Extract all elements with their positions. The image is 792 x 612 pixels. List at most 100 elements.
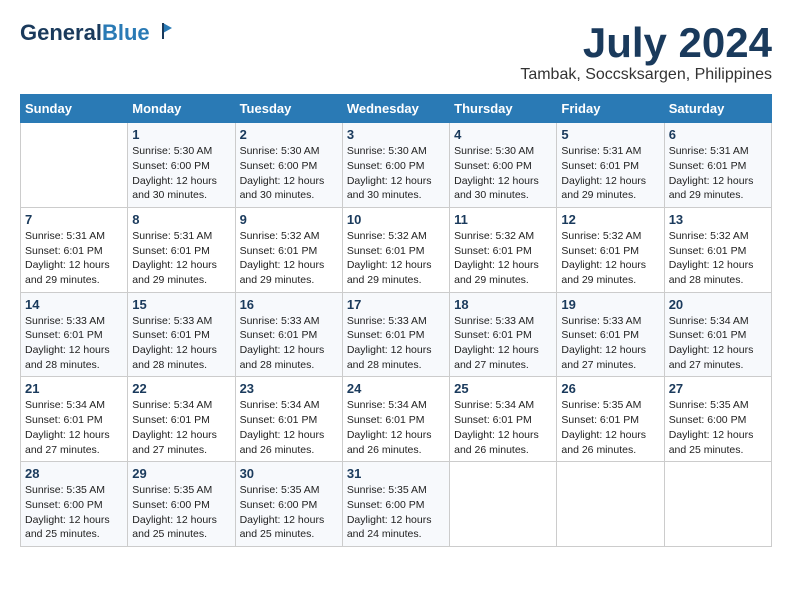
calendar-cell	[21, 123, 128, 208]
cell-info: Sunrise: 5:32 AM Sunset: 6:01 PM Dayligh…	[669, 229, 767, 288]
calendar-table: SundayMondayTuesdayWednesdayThursdayFrid…	[20, 94, 772, 547]
day-number: 15	[132, 297, 230, 312]
week-row-1: 1 Sunrise: 5:30 AM Sunset: 6:00 PM Daylig…	[21, 123, 772, 208]
calendar-cell: 11 Sunrise: 5:32 AM Sunset: 6:01 PM Dayli…	[450, 207, 557, 292]
calendar-cell: 17 Sunrise: 5:33 AM Sunset: 6:01 PM Dayli…	[342, 292, 449, 377]
header-day-wednesday: Wednesday	[342, 95, 449, 123]
header-day-friday: Friday	[557, 95, 664, 123]
day-number: 12	[561, 212, 659, 227]
calendar-cell: 20 Sunrise: 5:34 AM Sunset: 6:01 PM Dayli…	[664, 292, 771, 377]
calendar-cell: 12 Sunrise: 5:32 AM Sunset: 6:01 PM Dayli…	[557, 207, 664, 292]
calendar-cell: 28Sunrise: 5:35 AM Sunset: 6:00 PM Dayli…	[21, 462, 128, 547]
day-number: 1	[132, 127, 230, 142]
cell-info: Sunrise: 5:33 AM Sunset: 6:01 PM Dayligh…	[347, 314, 445, 373]
day-number: 27	[669, 381, 767, 396]
title-block: July 2024 Tambak, Soccsksargen, Philippi…	[520, 20, 772, 84]
cell-info: Sunrise: 5:34 AM Sunset: 6:01 PM Dayligh…	[240, 398, 338, 457]
cell-info: Sunrise: 5:34 AM Sunset: 6:01 PM Dayligh…	[454, 398, 552, 457]
calendar-cell	[664, 462, 771, 547]
calendar-cell: 30 Sunrise: 5:35 AM Sunset: 6:00 PM Dayli…	[235, 462, 342, 547]
day-number: 23	[240, 381, 338, 396]
day-number: 5	[561, 127, 659, 142]
calendar-cell: 1Sunrise: 5:30 AM Sunset: 6:00 PM Daylig…	[128, 123, 235, 208]
calendar-cell: 5Sunrise: 5:31 AM Sunset: 6:01 PM Daylig…	[557, 123, 664, 208]
location: Tambak, Soccsksargen, Philippines	[520, 66, 772, 84]
calendar-cell: 10 Sunrise: 5:32 AM Sunset: 6:01 PM Dayli…	[342, 207, 449, 292]
day-number: 13	[669, 212, 767, 227]
calendar-cell: 25Sunrise: 5:34 AM Sunset: 6:01 PM Dayli…	[450, 377, 557, 462]
week-row-2: 7 Sunrise: 5:31 AM Sunset: 6:01 PM Daylig…	[21, 207, 772, 292]
week-row-5: 28 Sunrise: 5:35 AM Sunset: 6:00 PM Dayli…	[21, 462, 772, 547]
page-header: GeneralBlue July 2024 Tambak, Soccsksarg…	[20, 20, 772, 84]
cell-info: Sunrise: 5:30 AM Sunset: 6:00 PM Dayligh…	[347, 144, 445, 203]
day-number: 14	[25, 297, 123, 312]
calendar-cell: 19 Sunrise: 5:33 AM Sunset: 6:01 PM Dayli…	[557, 292, 664, 377]
cell-info: Sunrise: 5:33 AM Sunset: 6:01 PM Dayligh…	[454, 314, 552, 373]
cell-info: Sunrise: 5:31 AM Sunset: 6:01 PM Dayligh…	[132, 229, 230, 288]
cell-info: Sunrise: 5:33 AM Sunset: 6:01 PM Dayligh…	[240, 314, 338, 373]
day-number: 17	[347, 297, 445, 312]
cell-info: Sunrise: 5:32 AM Sunset: 6:01 PM Dayligh…	[240, 229, 338, 288]
day-number: 19	[561, 297, 659, 312]
header-row: SundayMondayTuesdayWednesdayThursdayFrid…	[21, 95, 772, 123]
logo: GeneralBlue	[20, 20, 174, 46]
cell-info: Sunrise: 5:30 AM Sunset: 6:00 PM Dayligh…	[454, 144, 552, 203]
calendar-cell: 24Sunrise: 5:34 AM Sunset: 6:01 PM Dayli…	[342, 377, 449, 462]
day-number: 29	[132, 466, 230, 481]
cell-info: Sunrise: 5:33 AM Sunset: 6:01 PM Dayligh…	[25, 314, 123, 373]
calendar-cell: 18Sunrise: 5:33 AM Sunset: 6:01 PM Dayli…	[450, 292, 557, 377]
calendar-cell	[450, 462, 557, 547]
day-number: 20	[669, 297, 767, 312]
month-title: July 2024	[520, 20, 772, 66]
cell-info: Sunrise: 5:31 AM Sunset: 6:01 PM Dayligh…	[669, 144, 767, 203]
calendar-cell: 23 Sunrise: 5:34 AM Sunset: 6:01 PM Dayli…	[235, 377, 342, 462]
day-number: 6	[669, 127, 767, 142]
week-row-4: 21Sunrise: 5:34 AM Sunset: 6:01 PM Dayli…	[21, 377, 772, 462]
calendar-cell: 8 Sunrise: 5:31 AM Sunset: 6:01 PM Daylig…	[128, 207, 235, 292]
cell-info: Sunrise: 5:32 AM Sunset: 6:01 PM Dayligh…	[347, 229, 445, 288]
cell-info: Sunrise: 5:34 AM Sunset: 6:01 PM Dayligh…	[669, 314, 767, 373]
cell-info: Sunrise: 5:35 AM Sunset: 6:00 PM Dayligh…	[669, 398, 767, 457]
calendar-cell: 3Sunrise: 5:30 AM Sunset: 6:00 PM Daylig…	[342, 123, 449, 208]
cell-info: Sunrise: 5:35 AM Sunset: 6:01 PM Dayligh…	[561, 398, 659, 457]
calendar-cell: 22Sunrise: 5:34 AM Sunset: 6:01 PM Dayli…	[128, 377, 235, 462]
day-number: 11	[454, 212, 552, 227]
calendar-cell: 21Sunrise: 5:34 AM Sunset: 6:01 PM Dayli…	[21, 377, 128, 462]
header-day-monday: Monday	[128, 95, 235, 123]
cell-info: Sunrise: 5:35 AM Sunset: 6:00 PM Dayligh…	[132, 483, 230, 542]
cell-info: Sunrise: 5:31 AM Sunset: 6:01 PM Dayligh…	[25, 229, 123, 288]
cell-info: Sunrise: 5:30 AM Sunset: 6:00 PM Dayligh…	[240, 144, 338, 203]
calendar-cell: 2 Sunrise: 5:30 AM Sunset: 6:00 PM Daylig…	[235, 123, 342, 208]
cell-info: Sunrise: 5:35 AM Sunset: 6:00 PM Dayligh…	[240, 483, 338, 542]
calendar-cell: 31 Sunrise: 5:35 AM Sunset: 6:00 PM Dayli…	[342, 462, 449, 547]
day-number: 2	[240, 127, 338, 142]
calendar-cell: 4 Sunrise: 5:30 AM Sunset: 6:00 PM Daylig…	[450, 123, 557, 208]
calendar-cell: 7 Sunrise: 5:31 AM Sunset: 6:01 PM Daylig…	[21, 207, 128, 292]
calendar-cell: 9Sunrise: 5:32 AM Sunset: 6:01 PM Daylig…	[235, 207, 342, 292]
calendar-cell: 27 Sunrise: 5:35 AM Sunset: 6:00 PM Dayli…	[664, 377, 771, 462]
calendar-cell: 29 Sunrise: 5:35 AM Sunset: 6:00 PM Dayli…	[128, 462, 235, 547]
cell-info: Sunrise: 5:32 AM Sunset: 6:01 PM Dayligh…	[561, 229, 659, 288]
day-number: 28	[25, 466, 123, 481]
day-number: 7	[25, 212, 123, 227]
calendar-cell	[557, 462, 664, 547]
cell-info: Sunrise: 5:34 AM Sunset: 6:01 PM Dayligh…	[132, 398, 230, 457]
header-day-sunday: Sunday	[21, 95, 128, 123]
calendar-cell: 14 Sunrise: 5:33 AM Sunset: 6:01 PM Dayli…	[21, 292, 128, 377]
calendar-cell: 15Sunrise: 5:33 AM Sunset: 6:01 PM Dayli…	[128, 292, 235, 377]
calendar-cell: 13 Sunrise: 5:32 AM Sunset: 6:01 PM Dayli…	[664, 207, 771, 292]
logo-general: GeneralBlue	[20, 20, 150, 46]
day-number: 8	[132, 212, 230, 227]
day-number: 30	[240, 466, 338, 481]
cell-info: Sunrise: 5:32 AM Sunset: 6:01 PM Dayligh…	[454, 229, 552, 288]
week-row-3: 14 Sunrise: 5:33 AM Sunset: 6:01 PM Dayli…	[21, 292, 772, 377]
day-number: 10	[347, 212, 445, 227]
cell-info: Sunrise: 5:33 AM Sunset: 6:01 PM Dayligh…	[561, 314, 659, 373]
day-number: 4	[454, 127, 552, 142]
cell-info: Sunrise: 5:35 AM Sunset: 6:00 PM Dayligh…	[347, 483, 445, 542]
day-number: 31	[347, 466, 445, 481]
day-number: 26	[561, 381, 659, 396]
cell-info: Sunrise: 5:34 AM Sunset: 6:01 PM Dayligh…	[347, 398, 445, 457]
calendar-header: SundayMondayTuesdayWednesdayThursdayFrid…	[21, 95, 772, 123]
calendar-cell: 16Sunrise: 5:33 AM Sunset: 6:01 PM Dayli…	[235, 292, 342, 377]
